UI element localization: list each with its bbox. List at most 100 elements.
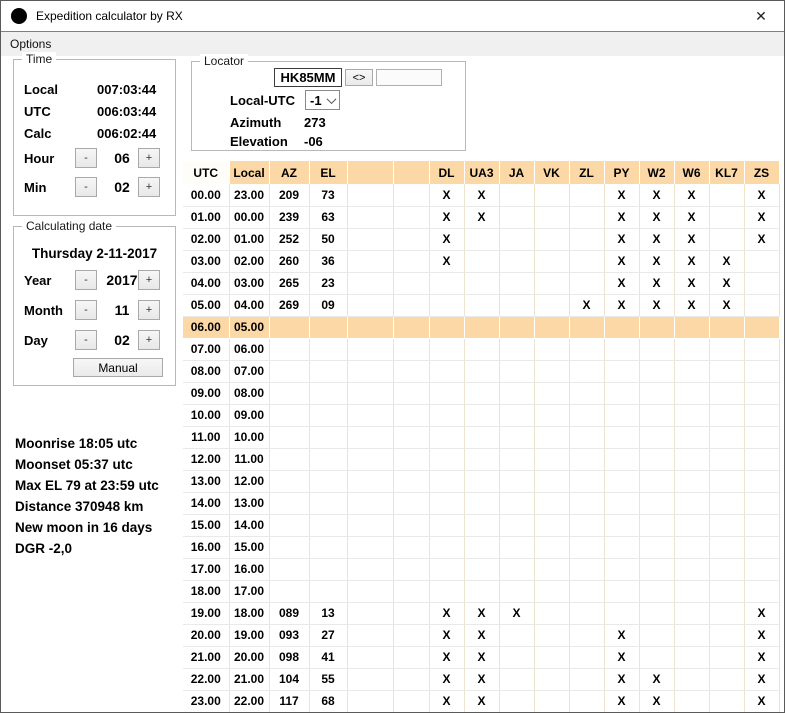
cell-py[interactable]: X — [604, 668, 639, 690]
cell-w2[interactable] — [639, 448, 674, 470]
menu-options[interactable]: Options — [1, 37, 60, 51]
cell-ja[interactable] — [499, 338, 534, 360]
cell-dl[interactable]: X — [429, 602, 464, 624]
cell-w6[interactable] — [674, 338, 709, 360]
cell-ja[interactable] — [499, 426, 534, 448]
cell-utc[interactable]: 00.00 — [183, 184, 229, 206]
column-header-w2[interactable]: W2 — [639, 161, 674, 184]
cell-utc[interactable]: 21.00 — [183, 646, 229, 668]
cell-zs[interactable] — [744, 492, 779, 514]
cell-az[interactable] — [269, 492, 309, 514]
cell-w6[interactable]: X — [674, 184, 709, 206]
column-header-el[interactable]: EL — [309, 161, 347, 184]
cell-empty[interactable] — [347, 624, 393, 646]
cell-dl[interactable] — [429, 492, 464, 514]
cell-w2[interactable]: X — [639, 228, 674, 250]
cell-local[interactable]: 22.00 — [229, 690, 269, 712]
cell-el[interactable]: 41 — [309, 646, 347, 668]
cell-zl[interactable] — [569, 316, 604, 338]
cell-empty[interactable] — [347, 558, 393, 580]
cell-ja[interactable] — [499, 646, 534, 668]
cell-zs[interactable]: X — [744, 690, 779, 712]
cell-empty[interactable] — [393, 294, 429, 316]
cell-zl[interactable] — [569, 558, 604, 580]
cell-zs[interactable] — [744, 558, 779, 580]
locator-aux-input[interactable] — [376, 69, 442, 86]
cell-kl7[interactable] — [709, 448, 744, 470]
cell-zl[interactable] — [569, 602, 604, 624]
cell-w2[interactable] — [639, 624, 674, 646]
local-utc-dropdown[interactable]: -1 — [305, 90, 340, 110]
cell-vk[interactable] — [534, 690, 569, 712]
cell-empty[interactable] — [393, 536, 429, 558]
cell-w6[interactable] — [674, 448, 709, 470]
cell-ja[interactable] — [499, 580, 534, 602]
cell-zs[interactable]: X — [744, 602, 779, 624]
cell-utc[interactable]: 07.00 — [183, 338, 229, 360]
cell-utc[interactable]: 10.00 — [183, 404, 229, 426]
cell-el[interactable] — [309, 338, 347, 360]
cell-vk[interactable] — [534, 272, 569, 294]
column-header-py[interactable]: PY — [604, 161, 639, 184]
cell-el[interactable] — [309, 382, 347, 404]
cell-w2[interactable]: X — [639, 294, 674, 316]
cell-w2[interactable] — [639, 514, 674, 536]
cell-vk[interactable] — [534, 338, 569, 360]
cell-el[interactable]: 68 — [309, 690, 347, 712]
cell-empty[interactable] — [393, 690, 429, 712]
cell-empty[interactable] — [393, 338, 429, 360]
cell-vk[interactable] — [534, 250, 569, 272]
cell-ja[interactable] — [499, 206, 534, 228]
cell-zl[interactable] — [569, 580, 604, 602]
cell-empty[interactable] — [393, 492, 429, 514]
cell-w2[interactable] — [639, 646, 674, 668]
cell-zl[interactable] — [569, 184, 604, 206]
cell-az[interactable] — [269, 448, 309, 470]
cell-py[interactable] — [604, 514, 639, 536]
cell-ja[interactable] — [499, 690, 534, 712]
cell-ua3[interactable] — [464, 272, 499, 294]
cell-kl7[interactable] — [709, 382, 744, 404]
cell-dl[interactable] — [429, 316, 464, 338]
cell-zl[interactable] — [569, 668, 604, 690]
cell-zl[interactable] — [569, 382, 604, 404]
cell-el[interactable]: 27 — [309, 624, 347, 646]
cell-utc[interactable]: 14.00 — [183, 492, 229, 514]
cell-az[interactable]: 098 — [269, 646, 309, 668]
cell-ja[interactable] — [499, 470, 534, 492]
cell-vk[interactable] — [534, 646, 569, 668]
cell-w2[interactable] — [639, 426, 674, 448]
cell-local[interactable]: 01.00 — [229, 228, 269, 250]
cell-w6[interactable] — [674, 690, 709, 712]
cell-local[interactable]: 19.00 — [229, 624, 269, 646]
cell-utc[interactable]: 01.00 — [183, 206, 229, 228]
cell-az[interactable]: 239 — [269, 206, 309, 228]
cell-w2[interactable]: X — [639, 272, 674, 294]
cell-empty[interactable] — [347, 382, 393, 404]
cell-empty[interactable] — [393, 470, 429, 492]
cell-zs[interactable]: X — [744, 624, 779, 646]
cell-ja[interactable] — [499, 316, 534, 338]
cell-w6[interactable] — [674, 514, 709, 536]
cell-el[interactable]: 55 — [309, 668, 347, 690]
column-header-kl7[interactable]: KL7 — [709, 161, 744, 184]
column-header-dl[interactable]: DL — [429, 161, 464, 184]
cell-zl[interactable] — [569, 624, 604, 646]
cell-zs[interactable]: X — [744, 228, 779, 250]
cell-empty[interactable] — [347, 426, 393, 448]
cell-utc[interactable]: 09.00 — [183, 382, 229, 404]
cell-empty[interactable] — [393, 602, 429, 624]
cell-az[interactable]: 093 — [269, 624, 309, 646]
cell-py[interactable] — [604, 338, 639, 360]
cell-vk[interactable] — [534, 426, 569, 448]
cell-ua3[interactable] — [464, 250, 499, 272]
cell-vk[interactable] — [534, 580, 569, 602]
cell-empty[interactable] — [393, 316, 429, 338]
cell-ja[interactable] — [499, 294, 534, 316]
cell-ja[interactable] — [499, 184, 534, 206]
cell-empty[interactable] — [393, 514, 429, 536]
cell-local[interactable]: 05.00 — [229, 316, 269, 338]
cell-ua3[interactable] — [464, 536, 499, 558]
cell-kl7[interactable] — [709, 668, 744, 690]
cell-dl[interactable]: X — [429, 206, 464, 228]
